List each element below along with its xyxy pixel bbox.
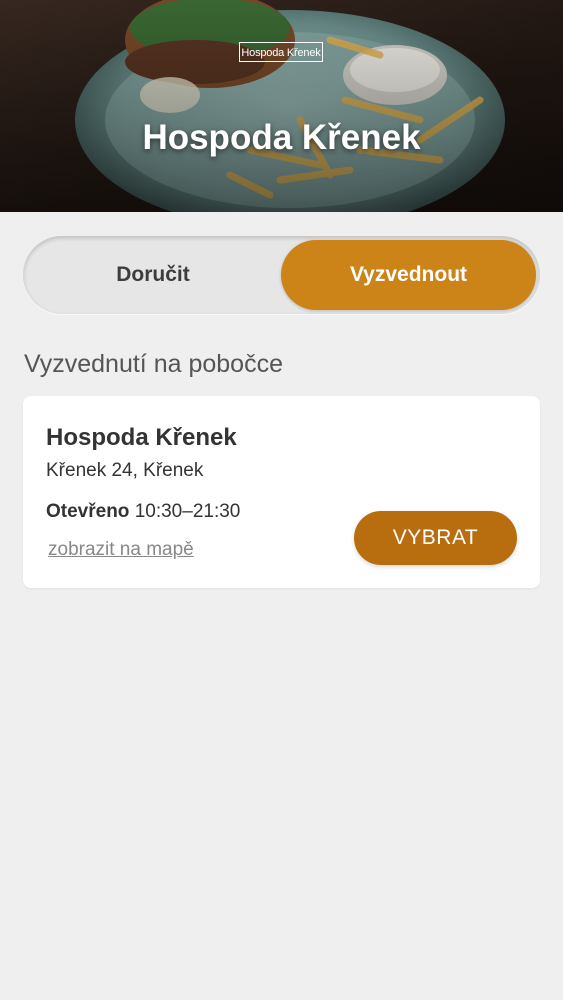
- hero-banner: Hospoda Křenek Hospoda Křenek: [0, 0, 563, 212]
- toggle-option-pickup[interactable]: Vyzvednout: [281, 240, 536, 310]
- section-title: Vyzvednutí na pobočce: [24, 350, 283, 378]
- delivery-mode-toggle: Doručit Vyzvednout: [23, 236, 540, 314]
- restaurant-title: Hospoda Křenek: [142, 118, 421, 157]
- branch-name: Hospoda Křenek: [46, 424, 237, 451]
- restaurant-logo: Hospoda Křenek: [239, 42, 323, 62]
- branch-address: Křenek 24, Křenek: [46, 460, 204, 481]
- show-on-map-link[interactable]: zobrazit na mapě: [48, 539, 194, 561]
- opening-hours-value: 10:30–21:30: [134, 501, 241, 522]
- food-photo-image: [0, 0, 563, 212]
- opening-hours: Otevřeno 10:30–21:30: [46, 501, 240, 523]
- select-branch-button[interactable]: VYBRAT: [354, 511, 517, 565]
- toggle-option-delivery[interactable]: Doručit: [27, 240, 279, 310]
- branch-card: Hospoda Křenek Křenek 24, Křenek Otevřen…: [23, 396, 540, 588]
- opening-hours-label: Otevřeno: [46, 501, 130, 522]
